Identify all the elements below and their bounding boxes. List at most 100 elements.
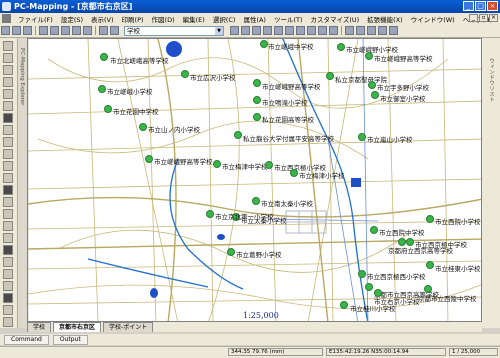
map-canvas[interactable]: 市立北嵯峨高等学校 市立嵯峨中学校 市立嵯峨野小学校 市立嵯峨野高等学校 市立嵯… bbox=[27, 38, 482, 322]
table-icon[interactable] bbox=[356, 26, 365, 35]
school-marker[interactable] bbox=[213, 160, 221, 168]
search-tool-icon[interactable] bbox=[3, 305, 13, 315]
open-file-icon[interactable] bbox=[12, 26, 21, 35]
tab-ukyo-ward[interactable]: 京都市右京区 bbox=[53, 322, 102, 332]
arrow-tool-icon[interactable] bbox=[3, 41, 13, 51]
rectangle-tool-icon[interactable] bbox=[3, 149, 13, 159]
school-marker[interactable] bbox=[234, 131, 242, 139]
school-marker[interactable] bbox=[104, 105, 112, 113]
menu-window[interactable]: ウインドウ(W) bbox=[407, 14, 459, 24]
school-marker[interactable] bbox=[365, 52, 373, 60]
school-marker[interactable] bbox=[253, 113, 261, 121]
hand-tool-icon[interactable] bbox=[3, 77, 13, 87]
label-tool-icon[interactable] bbox=[3, 269, 13, 279]
menu-tools[interactable]: ツール(T) bbox=[270, 14, 307, 24]
school-marker[interactable] bbox=[100, 53, 108, 61]
chart-icon[interactable] bbox=[367, 26, 376, 35]
polygon-tool-icon[interactable] bbox=[3, 137, 13, 147]
menu-select[interactable]: 選択(C) bbox=[209, 14, 240, 24]
school-marker[interactable] bbox=[365, 283, 373, 291]
polyline-tool-icon[interactable] bbox=[3, 125, 13, 135]
node-edit-icon[interactable] bbox=[3, 209, 13, 219]
window-list-panel[interactable]: ウィンドウリスト bbox=[482, 38, 500, 328]
select-tool-icon[interactable] bbox=[230, 26, 239, 35]
layer-select[interactable]: 学校 ▼ bbox=[124, 25, 224, 36]
menu-draw[interactable]: 作図(D) bbox=[148, 14, 179, 24]
menu-settings[interactable]: 設定(S) bbox=[57, 14, 87, 24]
buffer-icon[interactable] bbox=[3, 245, 13, 255]
school-marker[interactable] bbox=[139, 123, 147, 131]
school-marker[interactable] bbox=[181, 70, 189, 78]
point-icon[interactable] bbox=[263, 26, 272, 35]
doc-close-button[interactable]: × bbox=[489, 14, 498, 22]
merge-icon[interactable] bbox=[3, 233, 13, 243]
pan-icon[interactable] bbox=[318, 26, 327, 35]
close-button[interactable]: × bbox=[487, 1, 498, 11]
school-marker[interactable] bbox=[340, 301, 348, 309]
tab-school[interactable]: 学校 bbox=[27, 322, 52, 332]
school-marker[interactable] bbox=[98, 85, 106, 93]
school-marker[interactable] bbox=[252, 197, 260, 205]
school-marker[interactable] bbox=[227, 248, 235, 256]
school-marker[interactable] bbox=[368, 81, 376, 89]
school-marker[interactable] bbox=[260, 40, 268, 48]
school-marker[interactable] bbox=[424, 285, 432, 293]
line-icon[interactable] bbox=[252, 26, 261, 35]
doc-minimize-button[interactable]: _ bbox=[469, 14, 478, 22]
school-marker[interactable] bbox=[358, 133, 366, 141]
window-icon[interactable] bbox=[378, 26, 387, 35]
school-marker[interactable] bbox=[370, 226, 378, 234]
grid-icon[interactable] bbox=[345, 26, 354, 35]
copy-icon[interactable] bbox=[61, 26, 70, 35]
school-marker[interactable] bbox=[265, 161, 273, 169]
zoom-out-icon[interactable] bbox=[307, 26, 316, 35]
school-marker[interactable] bbox=[426, 215, 434, 223]
help-icon[interactable] bbox=[389, 26, 398, 35]
line-tool-icon[interactable] bbox=[3, 113, 13, 123]
school-marker[interactable] bbox=[371, 91, 379, 99]
menu-edit[interactable]: 編集(E) bbox=[179, 14, 209, 24]
text-icon[interactable] bbox=[274, 26, 283, 35]
layer-up-icon[interactable] bbox=[110, 26, 119, 35]
point-tool-icon[interactable] bbox=[3, 101, 13, 111]
save-icon[interactable] bbox=[23, 26, 32, 35]
document-icon[interactable] bbox=[2, 14, 11, 23]
eraser-icon[interactable] bbox=[3, 197, 13, 207]
refresh-icon[interactable] bbox=[329, 26, 338, 35]
fill-tool-icon[interactable] bbox=[3, 185, 13, 195]
layer-tool-icon[interactable] bbox=[3, 293, 13, 303]
school-marker[interactable] bbox=[206, 210, 214, 218]
split-icon[interactable] bbox=[3, 221, 13, 231]
print-icon[interactable] bbox=[39, 26, 48, 35]
school-marker[interactable] bbox=[253, 79, 261, 87]
tab-school-point[interactable]: 学校-ポイント bbox=[103, 322, 154, 332]
menu-attribute[interactable]: 属性(A) bbox=[239, 14, 270, 24]
school-marker[interactable] bbox=[145, 155, 153, 163]
tab-command[interactable]: Command bbox=[4, 334, 49, 345]
cut-icon[interactable] bbox=[50, 26, 59, 35]
school-marker[interactable] bbox=[337, 43, 345, 51]
new-file-icon[interactable] bbox=[1, 26, 10, 35]
menu-file[interactable]: ファイル(F) bbox=[14, 14, 57, 24]
minimize-button[interactable]: _ bbox=[463, 1, 474, 11]
menu-customize[interactable]: カスタマイズ(U) bbox=[307, 14, 364, 24]
symbol-tool-icon[interactable] bbox=[3, 281, 13, 291]
magnifier-icon[interactable] bbox=[3, 65, 13, 75]
rotate-icon[interactable] bbox=[3, 89, 13, 99]
explorer-panel-collapsed[interactable]: PC-Mapping Explorer bbox=[17, 38, 27, 328]
polygon-icon[interactable] bbox=[241, 26, 250, 35]
zoom-tool-icon[interactable] bbox=[3, 53, 13, 63]
school-marker[interactable] bbox=[253, 96, 261, 104]
zoom-in-icon[interactable] bbox=[296, 26, 305, 35]
paste-icon[interactable] bbox=[72, 26, 81, 35]
circle-tool-icon[interactable] bbox=[3, 161, 13, 171]
school-marker[interactable] bbox=[358, 270, 366, 278]
menu-print[interactable]: 印刷(P) bbox=[118, 14, 148, 24]
measure-tool-icon[interactable] bbox=[3, 257, 13, 267]
chevron-down-icon[interactable]: ▼ bbox=[215, 26, 223, 35]
menu-extensions[interactable]: 拡張機能(X) bbox=[363, 14, 407, 24]
maximize-button[interactable]: □ bbox=[475, 1, 486, 11]
doc-restore-button[interactable]: ▫ bbox=[479, 14, 488, 22]
school-marker[interactable] bbox=[290, 169, 298, 177]
school-marker[interactable] bbox=[326, 72, 334, 80]
